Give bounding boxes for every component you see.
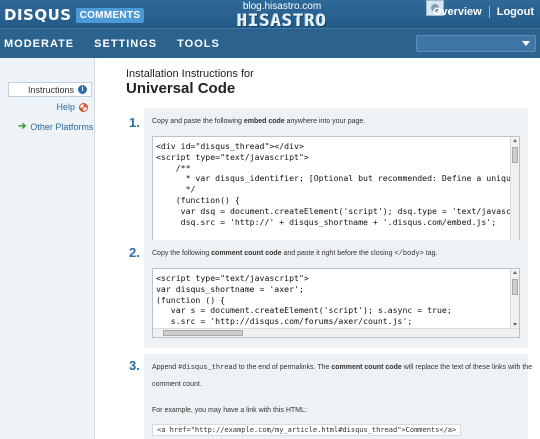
nav-items: MODERATE SETTINGS TOOLS (4, 38, 240, 50)
disqus-logo[interactable]: DISQUS COMMENTS (4, 6, 145, 24)
chevron-down-icon (522, 41, 530, 46)
step-3-number: 3. (129, 358, 140, 373)
page-subtitle: Installation Instructions for (126, 68, 254, 80)
step-3-description: Append #disqus_thread to the end of perm… (152, 364, 533, 372)
site-header: blog.hisastro.com HISASTRO (222, 1, 342, 30)
brand-badge: COMMENTS (75, 7, 145, 23)
example-link-code: <a href="http://example.com/my_article.h… (152, 424, 462, 436)
scroll-down-icon (513, 323, 517, 326)
lifebuoy-icon (79, 102, 88, 112)
example-text: For example, you may have a link with th… (152, 407, 307, 414)
embed-code: <div id="disqus_thread"></div> <script t… (156, 141, 519, 227)
sidebar-item-label: Other Platforms (30, 121, 94, 132)
vertical-scrollbar[interactable] (510, 269, 519, 328)
step-1-number: 1. (129, 115, 140, 130)
scroll-up-icon (513, 271, 517, 274)
nav-tools[interactable]: TOOLS (177, 38, 220, 50)
sidebar-item-help[interactable]: Help (8, 102, 92, 112)
nav-settings[interactable]: SETTINGS (94, 38, 157, 50)
brand-name: DISQUS (4, 6, 72, 24)
user-links: Overview Logout (433, 6, 534, 18)
page-title: Universal Code (126, 80, 236, 97)
overview-link[interactable]: Overview (433, 6, 482, 18)
sidebar-item-other-platforms[interactable]: ➔ Other Platforms (18, 121, 93, 132)
step-1-description: Copy and paste the following embed code … (152, 118, 366, 125)
info-icon: i (78, 85, 87, 94)
sidebar: Instructions i Help ➔ Other Platforms (0, 58, 95, 439)
count-code-textarea[interactable]: <script type="text/javascript"> var disq… (152, 268, 520, 338)
step-3-panel: Append #disqus_thread to the end of perm… (144, 354, 532, 439)
horizontal-scrollbar[interactable] (153, 328, 519, 337)
scroll-thumb[interactable] (512, 279, 518, 295)
step-2-number: 2. (129, 245, 140, 260)
step-2-panel: Copy the following comment count code an… (144, 240, 528, 348)
back-arrow-icon: ➔ (18, 121, 27, 132)
scroll-thumb[interactable] (163, 330, 243, 336)
scroll-thumb[interactable] (512, 147, 518, 163)
nav-moderate[interactable]: MODERATE (4, 38, 74, 50)
link-separator (488, 6, 490, 18)
nav-bar: MODERATE SETTINGS TOOLS (0, 28, 540, 58)
main-content: Installation Instructions for Universal … (96, 58, 540, 439)
logout-link[interactable]: Logout (497, 6, 534, 18)
sidebar-item-instructions[interactable]: Instructions i (8, 82, 92, 97)
step-3-description-line2: comment count. (152, 381, 202, 388)
top-bar: DISQUS COMMENTS blog.hisastro.com HISAST… (0, 0, 540, 30)
step-2-description: Copy the following comment count code an… (152, 250, 438, 258)
sidebar-item-label: Help (56, 102, 75, 112)
scroll-up-icon (513, 139, 517, 142)
sidebar-item-label: Instructions (27, 84, 74, 95)
site-selector-dropdown[interactable] (416, 35, 536, 52)
